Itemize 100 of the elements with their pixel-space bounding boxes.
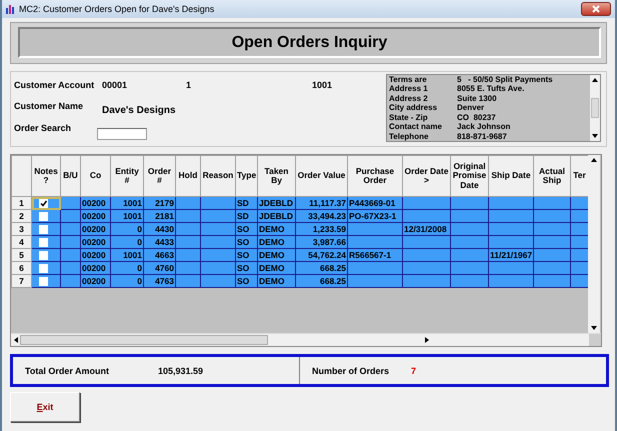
column-header[interactable]: B/U xyxy=(60,156,80,196)
column-header[interactable]: Actual Ship xyxy=(534,156,570,196)
column-header[interactable]: Notes ? xyxy=(32,156,60,196)
total-label: Total Order Amount xyxy=(25,366,110,376)
up-arrow-icon xyxy=(592,78,598,82)
page-title: Open Orders Inquiry xyxy=(18,27,601,58)
table-cell: 668.25 xyxy=(320,276,346,286)
column-header[interactable]: Entity # xyxy=(110,156,144,196)
table-cell: DEMO xyxy=(259,224,284,234)
column-header[interactable]: Purchase Order xyxy=(348,156,402,196)
checkbox[interactable] xyxy=(39,212,48,221)
column-header[interactable]: Reason xyxy=(200,156,236,196)
scrollbar[interactable] xyxy=(590,75,600,141)
table-cell: 00200 xyxy=(82,236,106,246)
table-cell: DEMO xyxy=(259,276,284,286)
table-cell: 00200 xyxy=(82,210,106,220)
search-field[interactable] xyxy=(97,128,147,140)
checkbox[interactable] xyxy=(39,238,48,247)
row-number: 4 xyxy=(12,236,32,248)
scroll-thumb[interactable] xyxy=(591,98,599,118)
table-cell: 11/21/1967 xyxy=(490,250,532,260)
table-cell: P443669-01 xyxy=(349,198,396,208)
column-header[interactable]: Type xyxy=(236,156,258,196)
table-cell: 4763 xyxy=(155,276,174,286)
row-number: 1 xyxy=(12,196,32,210)
table-cell: 00200 xyxy=(82,262,106,272)
info-label: City address xyxy=(389,103,438,113)
table-cell: 0 xyxy=(137,224,142,234)
row-number: 6 xyxy=(12,262,32,274)
account-value: 1001 xyxy=(312,80,334,90)
table-cell: 00200 xyxy=(82,198,106,208)
close-icon xyxy=(592,5,600,13)
row-number: 7 xyxy=(12,274,32,288)
info-label: Terms are xyxy=(389,75,428,84)
info-label: Address 2 xyxy=(389,94,429,104)
table-cell: 0 xyxy=(137,236,142,246)
table-cell: 0 xyxy=(137,276,142,286)
table-cell: 33,494.23 xyxy=(308,210,346,220)
total-value: 105,931.59 xyxy=(158,366,204,376)
table-cell: 1001 xyxy=(123,210,142,220)
table-cell: SO xyxy=(237,262,250,272)
checkbox[interactable] xyxy=(39,276,48,286)
table-cell: DEMO xyxy=(259,236,284,246)
table-cell: 668.25 xyxy=(320,262,346,272)
info-value: CO 80237 xyxy=(457,112,497,122)
table-cell: 4433 xyxy=(155,236,174,246)
table-cell: JDEBLD xyxy=(259,210,294,220)
table-cell: 00200 xyxy=(82,224,106,234)
column-header[interactable]: Order # xyxy=(144,156,176,196)
close-button[interactable] xyxy=(581,2,611,16)
column-header[interactable]: Co xyxy=(80,156,110,196)
table-cell: 2179 xyxy=(155,198,174,208)
info-label: Address 1 xyxy=(389,84,429,94)
scrollbar[interactable] xyxy=(588,155,600,333)
table-cell: 4760 xyxy=(155,262,174,272)
table-cell: SD xyxy=(237,210,249,220)
scroll-thumb[interactable] xyxy=(20,335,268,345)
column-header[interactable]: Ter xyxy=(570,156,588,196)
up-arrow-icon xyxy=(591,158,597,162)
table-cell: 1001 xyxy=(123,250,142,260)
info-value: 5 - 50/50 Split Payments xyxy=(457,75,554,84)
column-header[interactable]: Order Value xyxy=(296,156,348,196)
row-number: 3 xyxy=(12,222,32,236)
info-value: 8055 E. Tufts Ave. xyxy=(457,84,526,94)
row-number: 2 xyxy=(12,210,32,222)
table-cell: 2181 xyxy=(155,210,174,220)
column-header[interactable]: Hold xyxy=(176,156,200,196)
table-cell: 4430 xyxy=(155,224,174,234)
field-label: Customer Account xyxy=(14,80,96,90)
field-label: Customer Name xyxy=(14,101,84,111)
table-cell: SO xyxy=(237,224,250,234)
right-arrow-icon xyxy=(424,337,428,343)
checkbox[interactable] xyxy=(39,198,48,208)
account-value: 00001 xyxy=(102,80,128,90)
exit-button[interactable]: Exit xyxy=(10,392,80,422)
checkbox[interactable] xyxy=(39,250,48,260)
info-value: 818-871-9687 xyxy=(457,132,508,141)
checkbox[interactable] xyxy=(39,264,48,273)
table-cell: 1001 xyxy=(123,198,142,208)
info-value: Denver xyxy=(457,103,486,113)
column-header[interactable]: Original Promise Date xyxy=(450,156,488,196)
field-label: Order Search xyxy=(14,123,72,133)
down-arrow-icon xyxy=(592,134,598,138)
count-label: Number of Orders xyxy=(312,366,390,376)
table-cell: SO xyxy=(237,276,250,286)
table-cell: JDEBLD xyxy=(259,198,294,208)
row-number: 5 xyxy=(12,248,32,262)
down-arrow-icon xyxy=(591,326,597,330)
table-cell: 00200 xyxy=(82,276,106,286)
column-header[interactable]: Order Date > xyxy=(402,156,450,196)
table-cell: PO-67X23-1 xyxy=(349,210,396,220)
column-header[interactable]: Ship Date xyxy=(488,156,534,196)
checkbox[interactable] xyxy=(39,224,48,234)
scrollbar[interactable] xyxy=(11,333,601,346)
table-cell: 1,233.59 xyxy=(312,224,346,234)
info-value: Jack Johnson xyxy=(457,122,512,132)
table-cell: SO xyxy=(237,250,250,260)
column-header[interactable]: Taken By xyxy=(258,156,296,196)
count-value: 7 xyxy=(411,366,416,376)
table-cell: 54,762.24 xyxy=(308,250,346,260)
